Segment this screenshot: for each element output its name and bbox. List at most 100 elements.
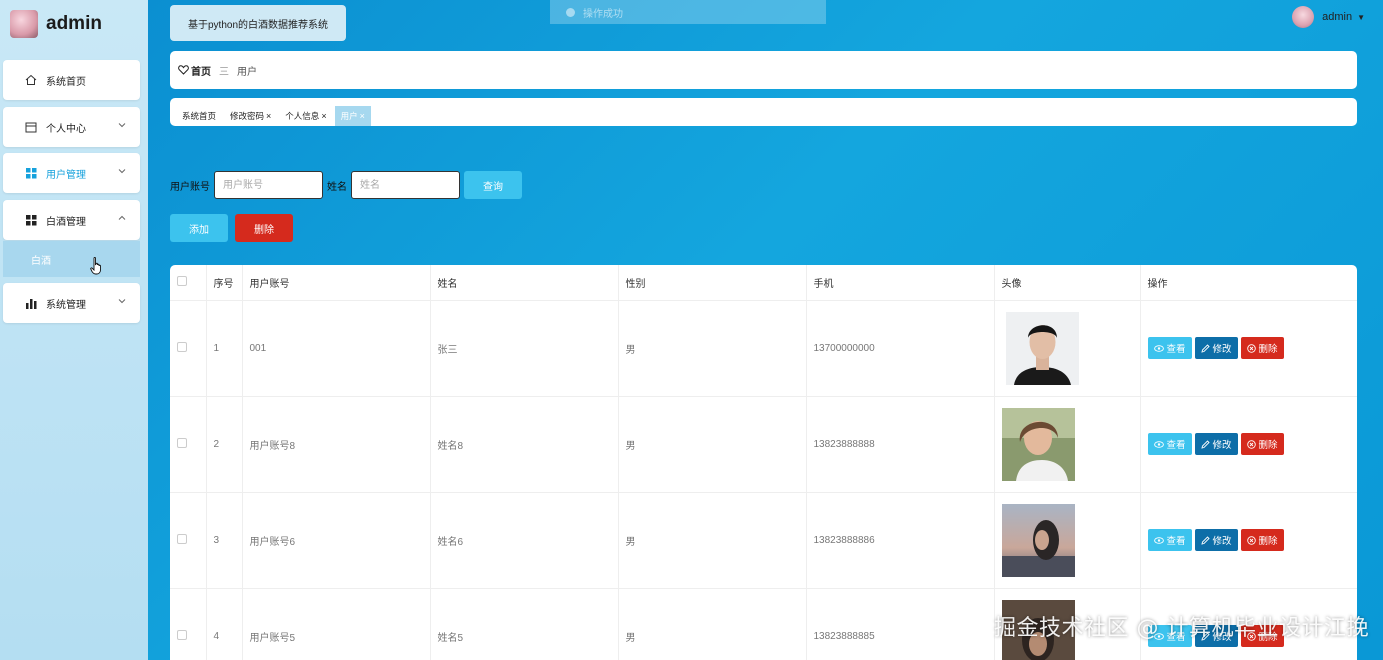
name-search-input[interactable]: [351, 171, 460, 199]
row-select-cell[interactable]: [170, 396, 207, 493]
eye-icon: [1153, 536, 1164, 544]
row-select-cell[interactable]: [170, 300, 207, 397]
batch-delete-button[interactable]: 删除: [235, 214, 293, 242]
edit-button[interactable]: 修改: [1194, 337, 1238, 359]
hand-cursor-icon: [90, 257, 104, 278]
sidebar-item-home[interactable]: 系统首页: [3, 60, 140, 100]
brand-avatar: [10, 10, 38, 38]
avatar-photo: [1001, 407, 1075, 481]
main-area: 基于python的白酒数据推荐系统 操作成功 admin ▼ 首页 三 用户 系…: [148, 0, 1383, 660]
chevron-down-icon: [118, 120, 126, 130]
calendar-icon: [24, 120, 38, 134]
cell-phone: 13823888888: [806, 396, 995, 493]
sidebar-item-user-management[interactable]: 用户管理: [3, 153, 140, 193]
cell-account: 用户账号5: [242, 588, 431, 660]
close-circle-icon: [1246, 343, 1256, 353]
column-header: 性别: [618, 265, 807, 301]
view-label: 查看: [1166, 536, 1186, 547]
account-label: 用户账号: [170, 181, 210, 193]
row-checkbox[interactable]: [177, 341, 187, 352]
tag-home[interactable]: 系统首页: [176, 106, 222, 126]
table-row: 2 用户账号8 姓名8 男 13823888888 查看 修改 删除: [170, 396, 1357, 493]
cell-gender: 男: [618, 492, 807, 589]
edit-button[interactable]: 修改: [1194, 529, 1238, 551]
caret-down-icon[interactable]: ▼: [1357, 13, 1365, 22]
tag-personal-info[interactable]: 个人信息 ×: [279, 106, 332, 126]
toast-text: 操作成功: [583, 8, 623, 20]
user-menu[interactable]: admin ▼: [1292, 6, 1365, 28]
sidebar-subitem-label: 白酒: [31, 255, 51, 267]
delete-label: 删除: [1258, 440, 1278, 451]
close-icon[interactable]: ×: [321, 111, 326, 121]
sidebar-subitem-baijiu[interactable]: 白酒: [3, 241, 140, 277]
tags-bar: 系统首页 修改密码 × 个人信息 × 用户 ×: [170, 98, 1357, 126]
avatar-photo: [1001, 503, 1075, 577]
close-icon[interactable]: ×: [266, 111, 271, 121]
sidebar-item-system-management[interactable]: 系统管理: [3, 283, 140, 323]
tag-label: 修改密码: [230, 111, 265, 121]
cell-gender: 男: [618, 300, 807, 397]
delete-button[interactable]: 删除: [1240, 529, 1284, 551]
cell-avatar: [994, 492, 1141, 589]
home-icon: [24, 73, 38, 87]
view-label: 查看: [1166, 344, 1186, 355]
breadcrumb-home[interactable]: 首页: [178, 63, 211, 78]
cell-actions: 查看 修改 删除: [1140, 300, 1357, 397]
select-all-cell[interactable]: [170, 265, 207, 301]
close-circle-icon: [1246, 439, 1256, 449]
sidebar-item-personal-center[interactable]: 个人中心: [3, 107, 140, 147]
row-checkbox[interactable]: [177, 533, 187, 544]
grid-icon: [24, 166, 38, 180]
eye-icon: [1153, 344, 1164, 352]
bar-chart-icon: [24, 296, 38, 310]
cell-phone: 13823888885: [806, 588, 995, 660]
tag-user[interactable]: 用户 ×: [334, 106, 371, 126]
cell-account: 001: [242, 300, 431, 397]
query-button[interactable]: 查询: [464, 171, 522, 199]
view-button[interactable]: 查看: [1147, 337, 1192, 359]
pencil-icon: [1200, 343, 1210, 353]
account-search-input[interactable]: [214, 171, 323, 199]
sidebar-item-label: 系统管理: [46, 299, 86, 311]
column-header: 用户账号: [242, 265, 431, 301]
row-select-cell[interactable]: [170, 588, 207, 660]
tag-change-password[interactable]: 修改密码 ×: [224, 106, 277, 126]
row-checkbox[interactable]: [177, 437, 187, 448]
username[interactable]: admin: [1322, 11, 1352, 23]
cell-index: 4: [206, 588, 243, 660]
cell-account: 用户账号6: [242, 492, 431, 589]
avatar[interactable]: [1292, 6, 1315, 28]
close-circle-icon: [1246, 535, 1256, 545]
cell-phone: 13823888886: [806, 492, 995, 589]
column-header: 手机: [806, 265, 995, 301]
brand-title: admin: [46, 13, 102, 34]
breadcrumb-home-label: 首页: [191, 66, 211, 78]
cell-index: 3: [206, 492, 243, 589]
pencil-icon: [1200, 535, 1210, 545]
table-row: 1 001 张三 男 13700000000 查看 修改 删除: [170, 300, 1357, 397]
cell-gender: 男: [618, 588, 807, 660]
cell-account: 用户账号8: [242, 396, 431, 493]
view-button[interactable]: 查看: [1147, 529, 1192, 551]
cell-index: 2: [206, 396, 243, 493]
edit-button[interactable]: 修改: [1194, 433, 1238, 455]
sidebar-item-baijiu-management[interactable]: 白酒管理: [3, 200, 140, 240]
edit-label: 修改: [1212, 536, 1232, 547]
delete-button[interactable]: 删除: [1240, 433, 1284, 455]
row-checkbox[interactable]: [177, 629, 187, 640]
sidebar: admin 系统首页 个人中心 用户管理 白酒管理 白酒 系统管理: [0, 0, 148, 660]
delete-button[interactable]: 删除: [1240, 337, 1284, 359]
pencil-icon: [1200, 439, 1210, 449]
sidebar-item-label: 个人中心: [46, 123, 86, 135]
select-all-checkbox[interactable]: [177, 275, 187, 286]
chevron-down-icon: [118, 166, 126, 176]
close-icon[interactable]: ×: [360, 111, 365, 121]
add-button[interactable]: 添加: [170, 214, 228, 242]
row-select-cell[interactable]: [170, 492, 207, 589]
cell-phone: 13700000000: [806, 300, 995, 397]
column-header: 头像: [994, 265, 1141, 301]
chevron-down-icon: [118, 296, 126, 306]
view-button[interactable]: 查看: [1147, 433, 1192, 455]
action-buttons: 添加 删除: [170, 214, 293, 242]
avatar-photo: [1005, 311, 1079, 385]
